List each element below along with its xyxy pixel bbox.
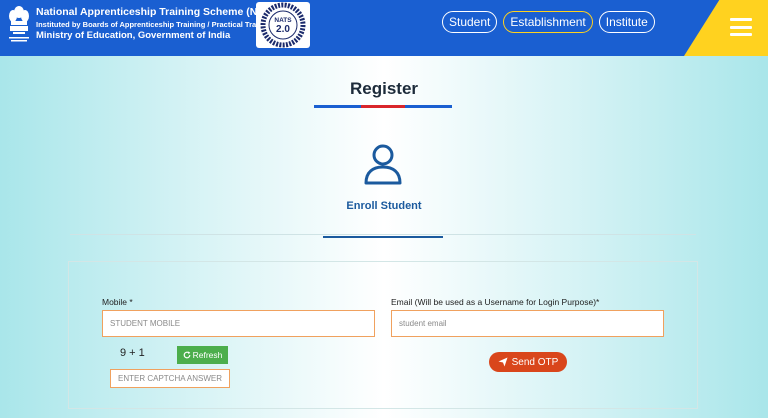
section-divider [70, 234, 696, 235]
nats-logo-text: NATS [274, 17, 292, 24]
send-icon [498, 357, 508, 367]
menu-icon[interactable] [730, 18, 752, 36]
send-otp-label: Send OTP [511, 356, 559, 368]
refresh-icon [183, 351, 191, 359]
header-text: National Apprenticeship Training Scheme … [36, 6, 281, 42]
email-input[interactable] [391, 310, 664, 337]
top-nav: Student Establishment Institute [442, 11, 655, 33]
nats-logo-version: 2.0 [276, 24, 290, 35]
emblem-icon [9, 6, 29, 42]
refresh-captcha-button[interactable]: Refresh [177, 346, 228, 364]
enroll-underline [323, 236, 443, 238]
site-header: National Apprenticeship Training Scheme … [0, 0, 768, 56]
enroll-student-label[interactable]: Enroll Student [0, 200, 768, 212]
email-label: Email (Will be used as a Username for Lo… [391, 297, 600, 307]
page-title: Register [349, 79, 419, 98]
nav-institute-button[interactable]: Institute [598, 11, 655, 33]
header-title: National Apprenticeship Training Scheme … [36, 6, 282, 18]
send-otp-button[interactable]: Send OTP [489, 352, 567, 372]
mobile-input[interactable] [102, 310, 375, 337]
nav-establishment-button[interactable]: Establishment [503, 11, 593, 33]
captcha-answer-input[interactable] [110, 369, 230, 388]
captcha-question: 9 + 1 [120, 347, 145, 359]
nav-student-button[interactable]: Student [442, 11, 498, 33]
user-icon[interactable] [363, 142, 403, 186]
header-subtitle: Instituted by Boards of Apprenticeship T… [36, 20, 275, 29]
header-ministry: Ministry of Education, Government of Ind… [36, 30, 231, 41]
mobile-label: Mobile * [102, 297, 133, 307]
nats-logo: NATS 2.0 [256, 2, 310, 48]
title-underline [314, 105, 452, 108]
refresh-label: Refresh [192, 350, 223, 360]
menu-corner [684, 0, 768, 56]
nats-logo-icon: NATS 2.0 [260, 2, 306, 48]
